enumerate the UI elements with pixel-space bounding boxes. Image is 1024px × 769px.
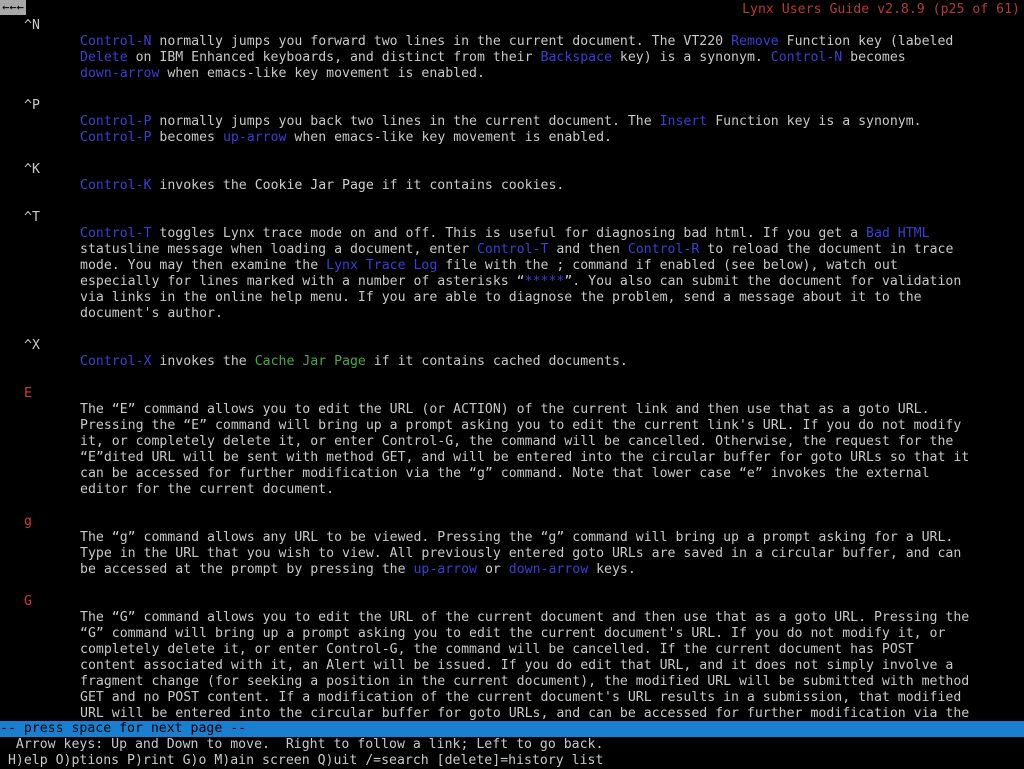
- link-control-p[interactable]: Control-P: [80, 130, 151, 145]
- text-line: Control-K invokes the Cookie Jar Page if…: [80, 178, 565, 193]
- document-title: Lynx Users Guide v2.8.9 (p25 of 61): [742, 2, 1020, 17]
- text-line: editor for the current document.: [80, 482, 335, 497]
- link-bad-html[interactable]: Bad HTML: [866, 226, 930, 241]
- link-asterisks[interactable]: *****: [525, 274, 565, 289]
- link-cache-jar-page[interactable]: Cache Jar Page: [255, 354, 366, 369]
- link-down-arrow[interactable]: down-arrow: [80, 66, 159, 81]
- text-line: it, or completely delete it, or enter Co…: [80, 434, 954, 449]
- text-line: Control-N normally jumps you forward two…: [80, 34, 954, 49]
- text-line: statusline message when loading a docume…: [80, 242, 954, 257]
- text-line: “G” command will bring up a prompt askin…: [80, 626, 946, 641]
- text-line: Pressing the “E” command will bring up a…: [80, 418, 962, 433]
- text-line: Control-P normally jumps you back two li…: [80, 114, 922, 129]
- status-bar: -- press space for next page --: [0, 721, 1024, 737]
- link-up-arrow[interactable]: up-arrow: [413, 562, 477, 577]
- link-control-t[interactable]: Control-T: [80, 226, 151, 241]
- key-ctrl-k: ^K: [24, 162, 40, 177]
- link-lynx-trace-log[interactable]: Lynx Trace Log: [326, 258, 437, 273]
- link-control-p[interactable]: Control-P: [80, 114, 151, 129]
- command-menu: H)elp O)ptions P)rint G)o M)ain screen Q…: [0, 753, 604, 768]
- text-line: mode. You may then examine the Lynx Trac…: [80, 258, 898, 273]
- link-control-n[interactable]: Control-N: [80, 34, 151, 49]
- text-line: document's author.: [80, 306, 223, 321]
- text-line: Control-T toggles Lynx trace mode on and…: [80, 226, 930, 241]
- key-g: g: [24, 514, 32, 529]
- text-line: content associated with it, an Alert wil…: [80, 658, 954, 673]
- key-E: E: [24, 386, 32, 401]
- link-control-x[interactable]: Control-X: [80, 354, 151, 369]
- text-line: Control-P becomes up-arrow when emacs-li…: [80, 130, 612, 145]
- text-line: Delete on IBM Enhanced keyboards, and di…: [80, 50, 906, 65]
- text-line: be accessed at the prompt by pressing th…: [80, 562, 636, 577]
- text-line: down-arrow when emacs-like key movement …: [80, 66, 485, 81]
- key-ctrl-p: ^P: [24, 98, 40, 113]
- key-ctrl-t: ^T: [24, 210, 40, 225]
- link-delete[interactable]: Delete: [80, 50, 128, 65]
- text-line: GET and no POST content. If a modificati…: [80, 690, 962, 705]
- back-arrow-icon[interactable]: ←←←: [0, 0, 26, 15]
- key-ctrl-n: ^N: [24, 18, 40, 33]
- link-control-n[interactable]: Control-N: [771, 50, 842, 65]
- text-line: Type in the URL that you wish to view. A…: [80, 546, 962, 561]
- text-line: URL will be entered into the circular bu…: [80, 706, 970, 721]
- link-control-k[interactable]: Control-K: [80, 178, 151, 193]
- link-control-r[interactable]: Control-R: [628, 242, 699, 257]
- link-insert[interactable]: Insert: [660, 114, 708, 129]
- text-line: Control-X invokes the Cache Jar Page if …: [80, 354, 628, 369]
- text-line: completely delete it, or enter Control-G…: [80, 642, 914, 657]
- link-remove[interactable]: Remove: [731, 34, 779, 49]
- link-backspace[interactable]: Backspace: [541, 50, 612, 65]
- link-control-t[interactable]: Control-T: [477, 242, 548, 257]
- text-line: especially for lines marked with a numbe…: [80, 274, 962, 289]
- link-down-arrow[interactable]: down-arrow: [509, 562, 588, 577]
- key-ctrl-x: ^X: [24, 338, 40, 353]
- link-up-arrow[interactable]: up-arrow: [223, 130, 287, 145]
- text-line: The “G” command allows you to edit the U…: [80, 610, 970, 625]
- text-line: via links in the online help menu. If yo…: [80, 290, 922, 305]
- help-line: Arrow keys: Up and Down to move. Right t…: [0, 737, 604, 752]
- text-line: “E”dited URL will be sent with method GE…: [80, 450, 970, 465]
- key-G: G: [24, 594, 32, 609]
- text-line: The “g” command allows any URL to be vie…: [80, 530, 954, 545]
- text-line: fragment change (for seeking a position …: [80, 674, 970, 689]
- text-line: can be accessed for further modification…: [80, 466, 930, 481]
- link-cookie-jar-page[interactable]: Cookie Jar Page: [255, 178, 374, 193]
- text-line: The “E” command allows you to edit the U…: [80, 402, 930, 417]
